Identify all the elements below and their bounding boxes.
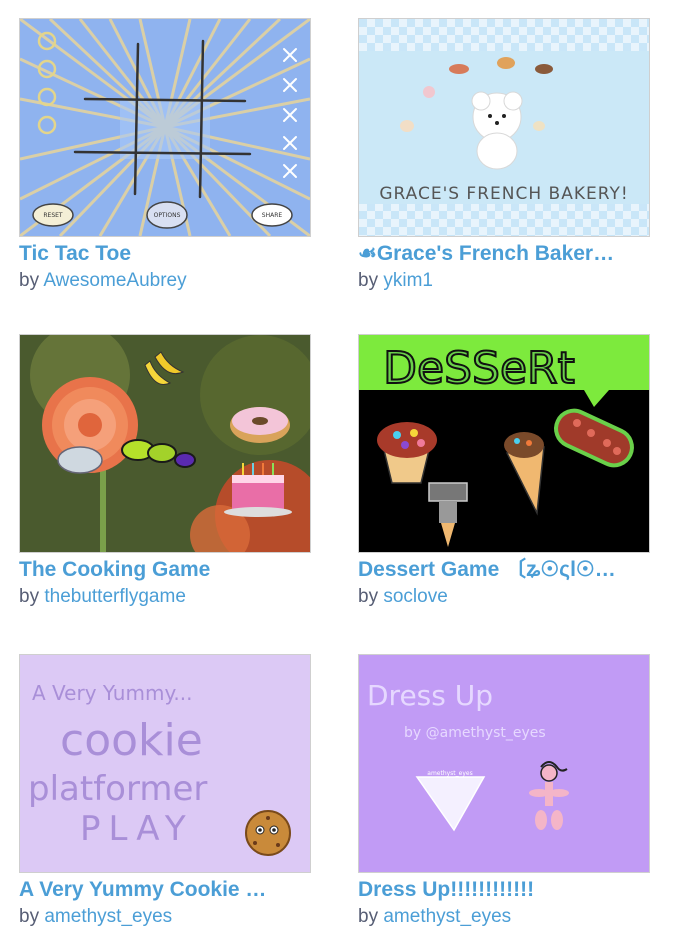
project-byline: by thebutterflygame bbox=[19, 585, 311, 609]
project-card: RESET OPTIONS SHARE Tic Tac Toe by Aweso… bbox=[19, 18, 311, 293]
project-title[interactable]: A Very Yummy Cookie … bbox=[19, 877, 311, 903]
cookie-platformer-thumbnail-image: A Very Yummy... cookie platformer PLAY bbox=[20, 655, 310, 872]
by-label: by bbox=[358, 586, 379, 607]
cooking-game-thumbnail-image bbox=[20, 335, 310, 552]
project-thumbnail[interactable]: Dress Up by @amethyst_eyes amethyst_eyes bbox=[358, 654, 650, 873]
project-thumbnail[interactable]: GRACE'S FRENCH BAKERY! bbox=[358, 18, 650, 237]
reset-label: RESET bbox=[43, 212, 63, 219]
by-label: by bbox=[358, 906, 379, 927]
project-byline: by AwesomeAubrey bbox=[19, 269, 311, 293]
project-thumbnail[interactable]: RESET OPTIONS SHARE bbox=[19, 18, 311, 237]
project-author-link[interactable]: thebutterflygame bbox=[44, 586, 186, 607]
project-card: The Cooking Game by thebutterflygame bbox=[19, 334, 311, 609]
thumb-line-2: by @amethyst_eyes bbox=[404, 725, 546, 741]
project-author-link[interactable]: soclove bbox=[383, 586, 447, 607]
thumb-line-2: cookie bbox=[60, 715, 203, 766]
by-label: by bbox=[19, 586, 40, 607]
dessert-logo-text: DeSSeRt bbox=[383, 343, 575, 394]
project-card: Dress Up by @amethyst_eyes amethyst_eyes… bbox=[358, 654, 650, 929]
project-byline: by soclove bbox=[358, 585, 650, 609]
thumb-line-1: A Very Yummy... bbox=[32, 681, 193, 705]
project-thumbnail[interactable] bbox=[19, 334, 311, 553]
thumb-line-1: Dress Up bbox=[367, 679, 493, 712]
donut bbox=[230, 407, 290, 443]
tic-tac-toe-thumbnail-image: RESET OPTIONS SHARE bbox=[20, 19, 310, 236]
bakery-thumbnail-image: GRACE'S FRENCH BAKERY! bbox=[359, 19, 649, 236]
dress-up-thumbnail-image: Dress Up by @amethyst_eyes amethyst_eyes bbox=[359, 655, 649, 872]
project-byline: by ykim1 bbox=[358, 269, 650, 293]
dessert-game-thumbnail-image: DeSSeRt bbox=[359, 335, 649, 552]
by-label: by bbox=[19, 270, 40, 291]
project-author-link[interactable]: ykim1 bbox=[383, 270, 433, 291]
cookie-character bbox=[245, 810, 291, 856]
project-card: A Very Yummy... cookie platformer PLAY A… bbox=[19, 654, 311, 929]
share-label: SHARE bbox=[262, 212, 283, 219]
project-author-link[interactable]: amethyst_eyes bbox=[44, 906, 172, 927]
by-label: by bbox=[358, 270, 379, 291]
project-title[interactable]: ☙Grace's French Baker… bbox=[358, 241, 650, 267]
project-title[interactable]: Dessert Game 〔ʑ☉ςl☉… bbox=[358, 557, 650, 583]
project-thumbnail[interactable]: DeSSeRt bbox=[358, 334, 650, 553]
project-card: DeSSeRt Dessert Game 〔ʑ☉ςl☉… by soclove bbox=[358, 334, 650, 609]
project-thumbnail[interactable]: A Very Yummy... cookie platformer PLAY bbox=[19, 654, 311, 873]
project-byline: by amethyst_eyes bbox=[19, 905, 311, 929]
project-byline: by amethyst_eyes bbox=[358, 905, 650, 929]
project-author-link[interactable]: amethyst_eyes bbox=[383, 906, 511, 927]
project-title[interactable]: Dress Up!!!!!!!!!!!! bbox=[358, 877, 650, 903]
project-author-link[interactable]: AwesomeAubrey bbox=[43, 270, 186, 291]
thumb-line-4: PLAY bbox=[80, 809, 194, 849]
options-label: OPTIONS bbox=[154, 212, 181, 219]
project-title[interactable]: The Cooking Game bbox=[19, 557, 311, 583]
project-card: GRACE'S FRENCH BAKERY! ☙Grace's French B… bbox=[358, 18, 650, 293]
by-label: by bbox=[19, 906, 40, 927]
dress-tag-text: amethyst_eyes bbox=[427, 770, 472, 777]
project-title[interactable]: Tic Tac Toe bbox=[19, 241, 311, 267]
thumb-line-3: platformer bbox=[28, 769, 207, 809]
dog-illustration bbox=[471, 91, 523, 170]
bakery-banner-text: GRACE'S FRENCH BAKERY! bbox=[379, 184, 628, 204]
